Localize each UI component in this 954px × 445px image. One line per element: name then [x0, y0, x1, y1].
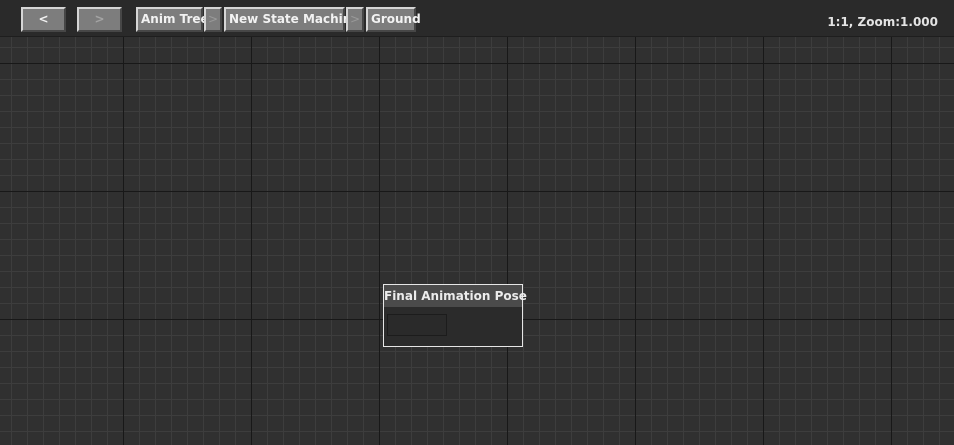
breadcrumb-ground[interactable]: Ground	[366, 7, 421, 32]
anim-graph-editor: < > Anim Tree > New State Machine > Grou…	[0, 0, 954, 445]
breadcrumb-new-state-machine[interactable]: New State Machine	[224, 7, 359, 32]
final-animation-pose-node[interactable]: Final Animation Pose	[383, 284, 527, 347]
zoom-readout: 1:1, Zoom:1.000	[827, 15, 938, 29]
node-title: Final Animation Pose	[384, 285, 527, 307]
graph-toolbar: < > Anim Tree > New State Machine > Grou…	[0, 0, 954, 37]
breadcrumb-separator: >	[204, 7, 222, 32]
breadcrumb-separator: >	[346, 7, 364, 32]
back-button[interactable]: <	[21, 7, 66, 32]
forward-button[interactable]: >	[77, 7, 122, 32]
graph-canvas[interactable]	[0, 37, 954, 445]
node-input-pin[interactable]	[387, 314, 447, 336]
breadcrumb-anim-tree[interactable]: Anim Tree	[136, 7, 209, 32]
